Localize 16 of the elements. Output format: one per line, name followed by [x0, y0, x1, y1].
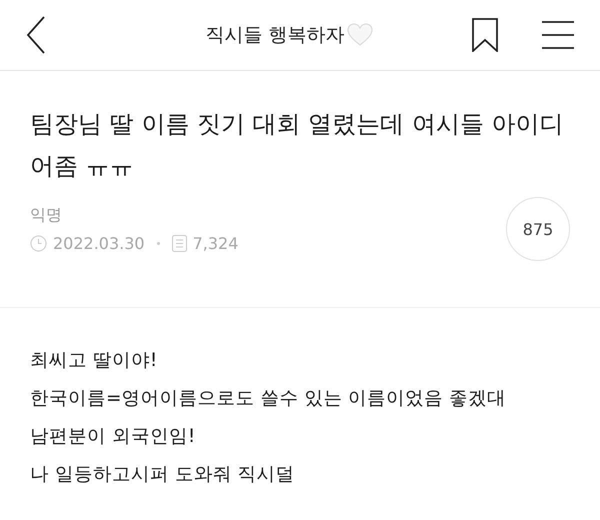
back-icon[interactable] — [26, 16, 46, 54]
like-count: 875 — [506, 197, 570, 261]
bookmark-icon[interactable] — [472, 18, 498, 52]
board-title: 직시들 행복하자 — [205, 23, 345, 48]
author-name: 익명 — [30, 205, 63, 226]
post-date: 2022.03.30 — [53, 234, 145, 253]
document-icon — [172, 235, 187, 252]
body-line: 남편분이 외국인임! — [30, 425, 196, 449]
body-line: 한국이름=영어이름으로도 쓸수 있는 이름이었음 좋겠대 — [30, 387, 508, 411]
menu-icon[interactable] — [542, 20, 574, 50]
post-title: 팀장님 딸 이름 짓기 대회 열렸는데 여시들 아이디어좀 ㅠㅠ — [30, 109, 564, 182]
heart-icon — [346, 23, 373, 47]
body-line: 나 일등하고시퍼 도와줘 직시덜 — [30, 463, 296, 487]
clock-icon — [30, 235, 47, 252]
body-line: 최씨고 딸이야! — [30, 349, 158, 373]
view-count: 7,324 — [192, 234, 238, 253]
